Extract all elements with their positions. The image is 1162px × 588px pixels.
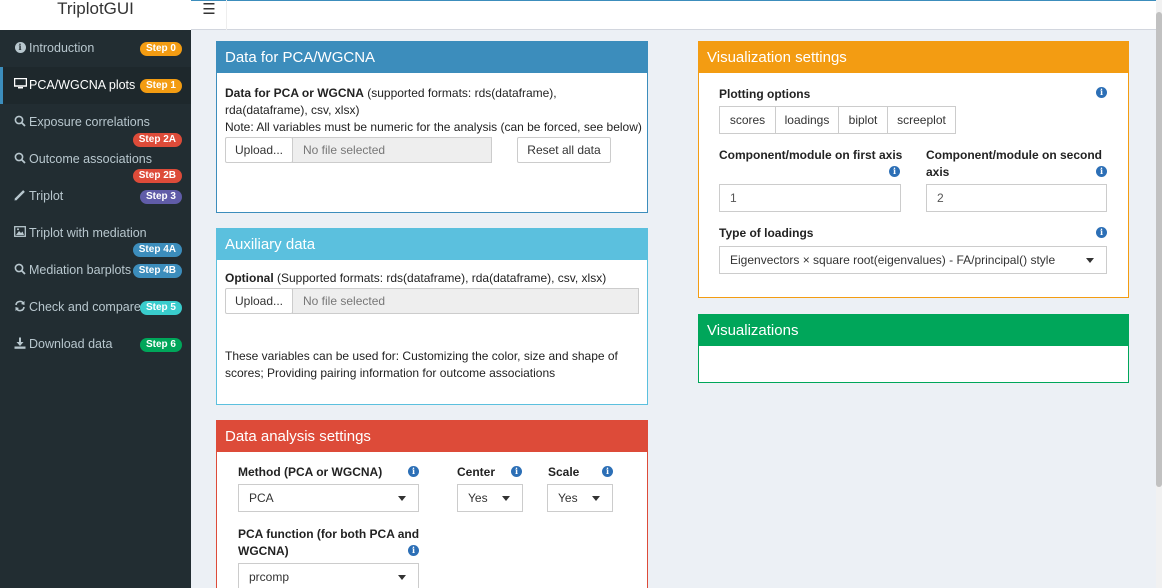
search-icon — [13, 152, 27, 167]
data-format-title: Data for PCA or WGCNA — [225, 86, 364, 100]
step-badge: Step 5 — [139, 301, 182, 315]
aux-format-description: Optional (Supported formats: rds(datafra… — [225, 270, 645, 287]
plotting-options-label: Plotting options — [719, 87, 811, 101]
header-accent-line — [191, 0, 1156, 1]
sidebar-item-exposure-correlations[interactable]: Exposure correlations Step 2A — [0, 104, 191, 147]
analysis-settings-box: Data analysis settings Method (PCA or WG… — [216, 420, 648, 588]
data-format-description: Data for PCA or WGCNA (supported formats… — [225, 85, 640, 119]
scale-select[interactable]: Yes — [547, 484, 613, 512]
method-info-icon[interactable]: i — [408, 466, 419, 477]
sidebar-item-pca-wgcna-plots[interactable]: PCA/WGCNA plots Step 1 — [0, 67, 191, 104]
method-select-value: PCA — [249, 491, 274, 505]
aux-format-text: (Supported formats: rds(dataframe), rda(… — [273, 271, 607, 285]
loadings-type-select[interactable]: Eigenvectors × square root(eigenvalues) … — [719, 246, 1107, 274]
sidebar: i Introduction Step 0 PCA/WGCNA plots St… — [0, 30, 191, 588]
method-label: Method (PCA or WGCNA) — [238, 465, 383, 479]
auxiliary-data-box: Auxiliary data Optional (Supported forma… — [216, 228, 648, 405]
sidebar-item-outcome-associations[interactable]: Outcome associations Step 2B — [0, 141, 191, 183]
sidebar-item-triplot-with-mediation[interactable]: Triplot with mediation Step 4A — [0, 215, 191, 257]
sidebar-item-check-and-compare[interactable]: Check and compare Step 5 — [0, 289, 191, 326]
sidebar-item-label: Triplot — [29, 189, 64, 203]
chevron-down-icon — [398, 496, 406, 501]
second-axis-label: Component/module on second axis — [926, 148, 1102, 179]
loadings-type-info-icon[interactable]: i — [1096, 227, 1107, 238]
sidebar-item-label: Introduction — [29, 41, 95, 55]
info-icon: i — [13, 41, 27, 53]
sidebar-item-triplot[interactable]: Triplot Step 3 — [0, 178, 191, 215]
box-title: Auxiliary data — [217, 229, 647, 260]
data-note: Note: All variables must be numeric for … — [225, 120, 642, 134]
aux-file-field[interactable]: No file selected — [292, 288, 639, 314]
box-title: Data analysis settings — [217, 421, 647, 452]
second-axis-input[interactable]: 2 — [926, 184, 1107, 212]
refresh-icon — [13, 300, 27, 315]
box-title: Visualization settings — [699, 42, 1128, 73]
aux-optional-label: Optional — [225, 271, 274, 285]
box-title: Visualizations — [699, 315, 1128, 346]
scrollbar-thumb[interactable] — [1156, 12, 1162, 487]
plot-option-screeplot[interactable]: screeplot — [887, 106, 956, 134]
sidebar-item-download-data[interactable]: Download data Step 6 — [0, 326, 191, 363]
sidebar-item-label: Exposure correlations — [29, 115, 150, 129]
chevron-down-icon — [1086, 258, 1094, 263]
loadings-type-select-value: Eigenvectors × square root(eigenvalues) … — [730, 253, 1056, 267]
plotting-options-info-icon[interactable]: i — [1096, 87, 1107, 98]
sidebar-item-label: Outcome associations — [29, 152, 152, 166]
first-axis-label: Component/module on first axis — [719, 148, 903, 162]
sidebar-item-introduction[interactable]: i Introduction Step 0 — [0, 30, 191, 67]
app-logo[interactable]: TriplotGUI — [0, 0, 191, 30]
plot-option-scores[interactable]: scores — [719, 106, 776, 134]
pencil-icon — [13, 189, 27, 204]
visualization-settings-box: Visualization settings Plotting options … — [698, 41, 1129, 298]
sidebar-item-label: Triplot with mediation — [29, 226, 147, 240]
top-header: TriplotGUI ☰ — [0, 0, 1156, 30]
scale-select-value: Yes — [558, 491, 578, 505]
upload-data-button[interactable]: Upload... — [225, 137, 293, 163]
sidebar-item-mediation-barplots[interactable]: Mediation barplots Step 4B — [0, 252, 191, 289]
data-upload-box: Data for PCA/WGCNA Data for PCA or WGCNA… — [216, 41, 648, 213]
aux-usage-text: These variables can be used for: Customi… — [225, 349, 618, 380]
sidebar-item-label: Download data — [29, 337, 113, 351]
loadings-type-label: Type of loadings — [719, 226, 814, 240]
plot-option-loadings[interactable]: loadings — [775, 106, 839, 134]
image-icon — [13, 226, 27, 240]
chevron-down-icon — [502, 496, 510, 501]
pca-function-info-icon[interactable]: i — [408, 545, 419, 556]
vertical-scrollbar[interactable] — [1156, 0, 1162, 588]
menu-toggle-icon[interactable]: ☰ — [192, 0, 227, 30]
pca-function-select[interactable]: prcomp — [238, 563, 419, 588]
chevron-down-icon — [592, 496, 600, 501]
second-axis-info-icon[interactable]: i — [1096, 166, 1107, 177]
download-icon — [13, 337, 27, 352]
method-select[interactable]: PCA — [238, 484, 419, 512]
pca-function-label: PCA function (for both PCA and WGCNA) — [238, 527, 420, 558]
center-info-icon[interactable]: i — [511, 466, 522, 477]
center-select-value: Yes — [468, 491, 488, 505]
data-file-field[interactable]: No file selected — [292, 137, 492, 163]
step-badge: Step 3 — [139, 190, 182, 204]
first-axis-info-icon[interactable]: i — [889, 166, 900, 177]
chevron-down-icon — [398, 575, 406, 580]
upload-aux-button[interactable]: Upload... — [225, 288, 293, 314]
center-select[interactable]: Yes — [457, 484, 523, 512]
pca-function-select-value: prcomp — [249, 570, 290, 584]
plot-option-biplot[interactable]: biplot — [838, 106, 888, 134]
visualizations-box: Visualizations — [698, 314, 1129, 383]
scale-info-icon[interactable]: i — [602, 466, 613, 477]
center-label: Center — [457, 465, 496, 479]
scale-label: Scale — [548, 465, 580, 479]
sidebar-item-label: PCA/WGCNA plots — [29, 78, 136, 92]
sidebar-item-label: Mediation barplots — [29, 263, 132, 277]
first-axis-input[interactable]: 1 — [719, 184, 901, 212]
sidebar-item-label: Check and compare — [29, 300, 141, 314]
step-badge: Step 1 — [139, 79, 182, 93]
step-badge: Step 0 — [139, 42, 182, 56]
search-icon — [13, 115, 27, 130]
desktop-icon — [13, 77, 27, 92]
reset-all-data-button[interactable]: Reset all data — [517, 137, 611, 163]
box-title: Data for PCA/WGCNA — [217, 42, 647, 73]
search-icon — [13, 263, 27, 278]
step-badge: Step 4B — [132, 264, 182, 278]
step-badge: Step 6 — [139, 338, 182, 352]
